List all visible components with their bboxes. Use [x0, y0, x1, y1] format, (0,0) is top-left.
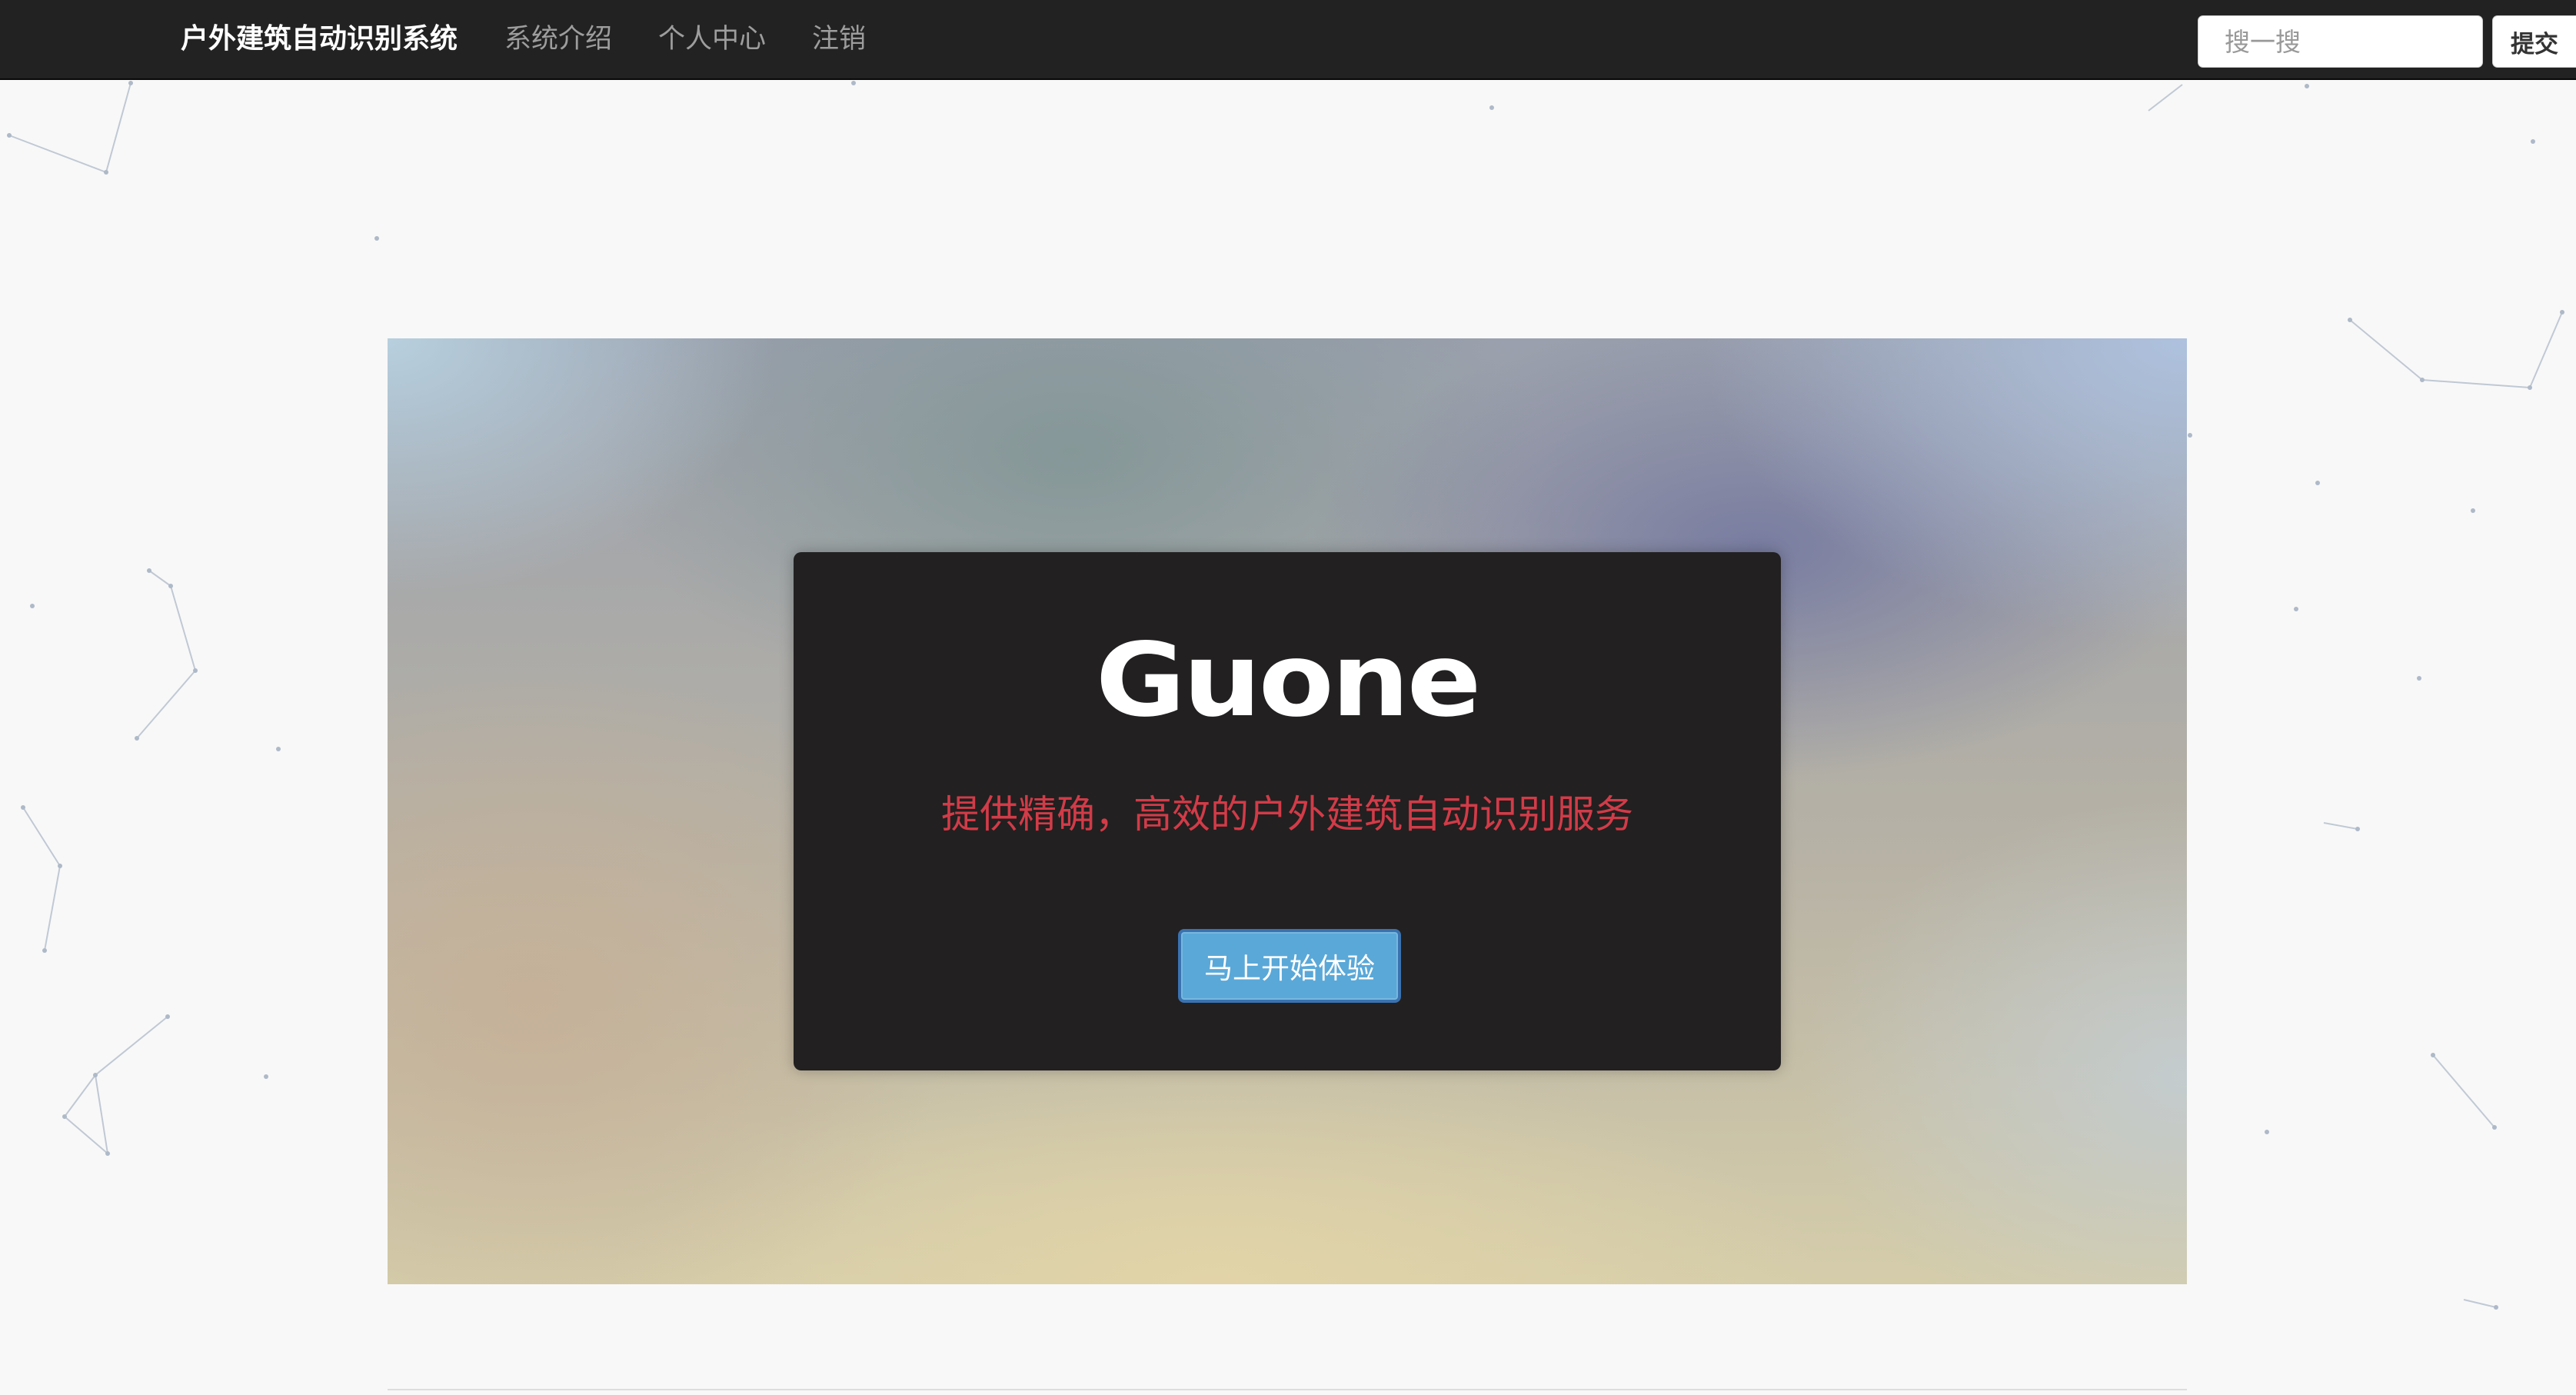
nav-link-personal-center[interactable]: 个人中心 [658, 0, 766, 78]
brand-title[interactable]: 户外建筑自动识别系统 [181, 0, 458, 78]
hero-card: Guone 提供精确，高效的户外建筑自动识别服务 马上开始体验 [794, 552, 1781, 1070]
hero-title: Guone [1095, 621, 1482, 740]
hero-subtitle: 提供精确，高效的户外建筑自动识别服务 [941, 792, 1633, 837]
submit-button[interactable]: 提交 [2492, 15, 2576, 68]
nav-link-system-intro[interactable]: 系统介绍 [504, 0, 612, 78]
nav-links: 系统介绍 个人中心 注销 [504, 0, 866, 78]
start-experience-button[interactable]: 马上开始体验 [1178, 929, 1401, 1003]
search-input[interactable] [2198, 15, 2483, 68]
top-navbar: 户外建筑自动识别系统 系统介绍 个人中心 注销 提交 [0, 0, 2576, 80]
content-divider [388, 1389, 2187, 1390]
hero-banner: Guone 提供精确，高效的户外建筑自动识别服务 马上开始体验 [388, 338, 2187, 1284]
nav-link-logout[interactable]: 注销 [812, 0, 866, 78]
